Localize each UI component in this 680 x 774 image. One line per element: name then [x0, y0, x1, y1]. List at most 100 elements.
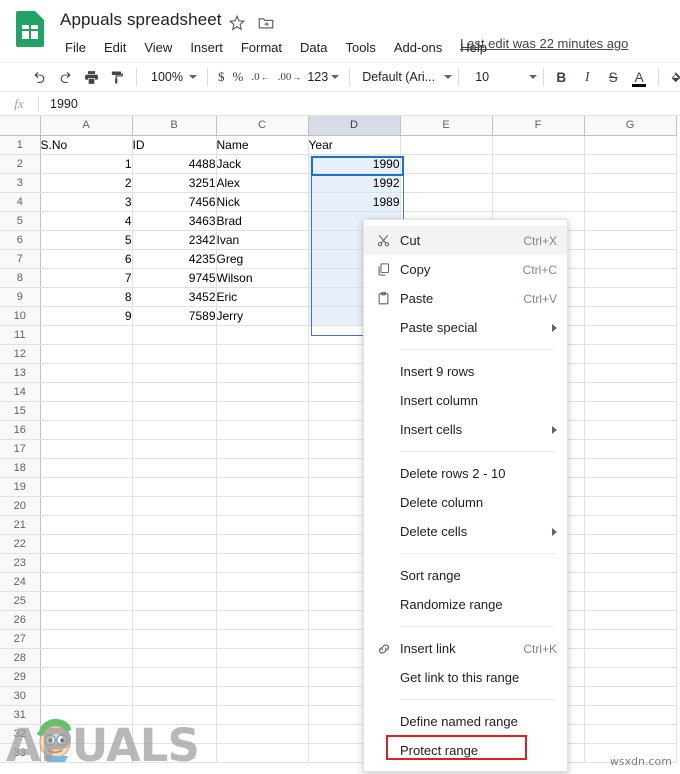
row-header-17[interactable]: 17 — [0, 439, 41, 459]
bold-button[interactable]: B — [550, 65, 572, 89]
undo-icon[interactable] — [26, 64, 52, 90]
move-to-folder-icon[interactable] — [257, 14, 275, 32]
cell-D2[interactable]: 1990 — [308, 154, 401, 174]
cell-G8[interactable] — [584, 268, 677, 288]
cell-C8[interactable]: Wilson — [216, 268, 309, 288]
cell-E3[interactable] — [400, 173, 493, 193]
currency-format-button[interactable]: $ — [214, 65, 229, 89]
cell-B14[interactable] — [132, 382, 217, 402]
row-header-24[interactable]: 24 — [0, 572, 41, 592]
row-header-20[interactable]: 20 — [0, 496, 41, 516]
cell-C7[interactable]: Greg — [216, 249, 309, 269]
context-menu-item-insert-column[interactable]: Insert column — [364, 386, 567, 415]
cell-D4[interactable]: 1989 — [308, 192, 401, 212]
row-header-11[interactable]: 11 — [0, 325, 41, 345]
row-header-27[interactable]: 27 — [0, 629, 41, 649]
select-all-corner[interactable] — [0, 116, 41, 136]
cell-D1[interactable]: Year — [308, 135, 401, 155]
cell-G15[interactable] — [584, 401, 677, 421]
document-title[interactable]: Appuals spreadsheet — [60, 10, 222, 30]
row-header-13[interactable]: 13 — [0, 363, 41, 383]
row-header-28[interactable]: 28 — [0, 648, 41, 668]
cell-B5[interactable]: 3463 — [132, 211, 217, 231]
cell-C29[interactable] — [216, 667, 309, 687]
cell-C19[interactable] — [216, 477, 309, 497]
print-icon[interactable] — [78, 64, 104, 90]
cell-C1[interactable]: Name — [216, 135, 309, 155]
cell-F2[interactable] — [492, 154, 585, 174]
cell-B20[interactable] — [132, 496, 217, 516]
context-menu-item-delete-column[interactable]: Delete column — [364, 488, 567, 517]
menu-item-view[interactable]: View — [135, 40, 181, 55]
paint-format-icon[interactable] — [104, 64, 130, 90]
context-menu-item-delete-rows-2-10[interactable]: Delete rows 2 - 10 — [364, 459, 567, 488]
cell-A12[interactable] — [40, 344, 133, 364]
font-size-selector[interactable]: 10 — [465, 65, 538, 89]
cell-A23[interactable] — [40, 553, 133, 573]
cell-B15[interactable] — [132, 401, 217, 421]
cell-A30[interactable] — [40, 686, 133, 706]
cell-C2[interactable]: Jack — [216, 154, 309, 174]
cell-A15[interactable] — [40, 401, 133, 421]
cell-G3[interactable] — [584, 173, 677, 193]
cell-C14[interactable] — [216, 382, 309, 402]
zoom-selector[interactable]: 100% — [151, 65, 197, 89]
cell-A7[interactable]: 6 — [40, 249, 133, 269]
cell-G18[interactable] — [584, 458, 677, 478]
cell-G11[interactable] — [584, 325, 677, 345]
row-header-4[interactable]: 4 — [0, 192, 41, 212]
cell-A14[interactable] — [40, 382, 133, 402]
font-family-selector[interactable]: Default (Ari... — [356, 65, 453, 89]
context-menu-item-delete-cells[interactable]: Delete cells — [364, 517, 567, 546]
cell-A28[interactable] — [40, 648, 133, 668]
cell-C28[interactable] — [216, 648, 309, 668]
cell-G22[interactable] — [584, 534, 677, 554]
cell-G33[interactable] — [584, 743, 677, 763]
cell-E1[interactable] — [400, 135, 493, 155]
column-header-e[interactable]: E — [400, 116, 493, 136]
cell-A16[interactable] — [40, 420, 133, 440]
cell-G21[interactable] — [584, 515, 677, 535]
context-menu-item-protect-range[interactable]: Protect range — [364, 736, 567, 765]
context-menu-item-insert-9-rows[interactable]: Insert 9 rows — [364, 357, 567, 386]
cell-F4[interactable] — [492, 192, 585, 212]
context-menu-item-insert-cells[interactable]: Insert cells — [364, 415, 567, 444]
cell-G24[interactable] — [584, 572, 677, 592]
row-header-8[interactable]: 8 — [0, 268, 41, 288]
cell-G7[interactable] — [584, 249, 677, 269]
row-header-15[interactable]: 15 — [0, 401, 41, 421]
cell-C15[interactable] — [216, 401, 309, 421]
cell-G5[interactable] — [584, 211, 677, 231]
cell-G1[interactable] — [584, 135, 677, 155]
row-header-21[interactable]: 21 — [0, 515, 41, 535]
cell-B32[interactable] — [132, 724, 217, 744]
cell-A24[interactable] — [40, 572, 133, 592]
cell-B13[interactable] — [132, 363, 217, 383]
column-header-a[interactable]: A — [40, 116, 133, 136]
cell-C9[interactable]: Eric — [216, 287, 309, 307]
cell-A25[interactable] — [40, 591, 133, 611]
cell-G13[interactable] — [584, 363, 677, 383]
decrease-decimal-button[interactable]: .0 ← — [247, 65, 273, 89]
cell-B11[interactable] — [132, 325, 217, 345]
menu-item-data[interactable]: Data — [291, 40, 336, 55]
cell-C26[interactable] — [216, 610, 309, 630]
row-header-16[interactable]: 16 — [0, 420, 41, 440]
cell-A5[interactable]: 4 — [40, 211, 133, 231]
cell-B17[interactable] — [132, 439, 217, 459]
cell-G28[interactable] — [584, 648, 677, 668]
column-header-d[interactable]: D — [308, 116, 401, 136]
row-header-10[interactable]: 10 — [0, 306, 41, 326]
cell-B8[interactable]: 9745 — [132, 268, 217, 288]
cell-B24[interactable] — [132, 572, 217, 592]
cell-B4[interactable]: 7456 — [132, 192, 217, 212]
cell-A19[interactable] — [40, 477, 133, 497]
cell-B6[interactable]: 2342 — [132, 230, 217, 250]
row-header-23[interactable]: 23 — [0, 553, 41, 573]
cell-G27[interactable] — [584, 629, 677, 649]
cell-G14[interactable] — [584, 382, 677, 402]
cell-A22[interactable] — [40, 534, 133, 554]
context-menu-item-paste-special[interactable]: Paste special — [364, 313, 567, 342]
cell-D3[interactable]: 1992 — [308, 173, 401, 193]
cell-G19[interactable] — [584, 477, 677, 497]
